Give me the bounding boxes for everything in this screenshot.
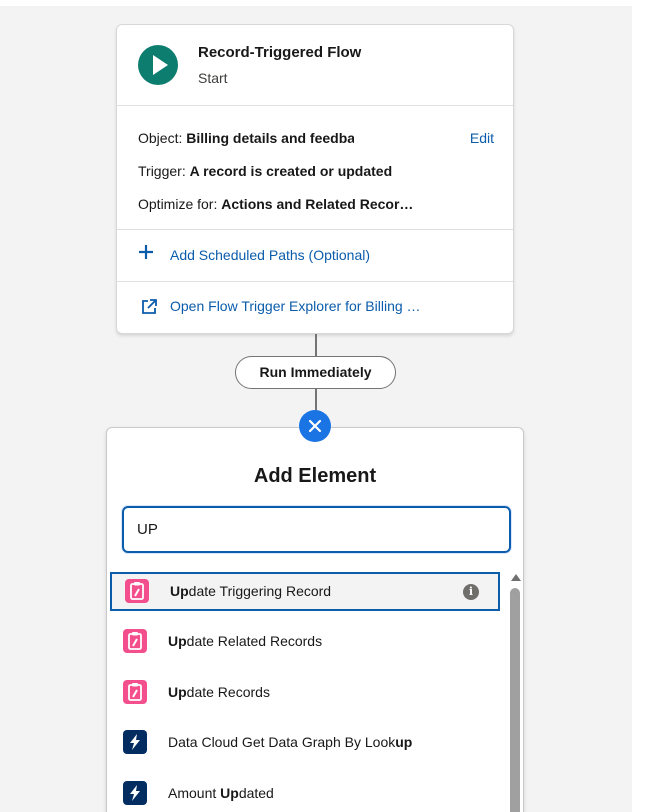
list-item-label: Data Cloud Get Data Graph By Lookup bbox=[168, 734, 413, 750]
close-add-element-button[interactable] bbox=[299, 410, 331, 442]
add-scheduled-paths-button[interactable]: Add Scheduled Paths (Optional) bbox=[117, 230, 513, 282]
external-link-icon bbox=[141, 299, 157, 318]
list-item-update-records[interactable]: Update Records bbox=[108, 673, 505, 712]
trigger-label: Trigger: bbox=[138, 163, 186, 179]
start-card-title: Record-Triggered Flow bbox=[198, 44, 362, 61]
open-trigger-explorer-label: Open Flow Trigger Explorer for Billing … bbox=[170, 298, 421, 314]
start-card-details: Object: Billing details and feedback Edi… bbox=[117, 106, 513, 230]
lightning-icon bbox=[123, 781, 147, 805]
optimize-value: Actions and Related Recor… bbox=[221, 196, 414, 212]
optimize-row: Optimize for: Actions and Related Recor… bbox=[138, 196, 413, 212]
add-element-title: Add Element bbox=[253, 465, 377, 487]
object-label: Object: bbox=[138, 130, 183, 146]
lightning-icon bbox=[123, 730, 147, 754]
info-icon[interactable]: i bbox=[463, 584, 479, 600]
optimize-label: Optimize for: bbox=[138, 196, 218, 212]
search-field-wrapper bbox=[122, 506, 511, 553]
play-icon bbox=[138, 45, 178, 85]
open-trigger-explorer-link[interactable]: Open Flow Trigger Explorer for Billing … bbox=[117, 282, 513, 332]
list-item-label: Update Triggering Record bbox=[170, 583, 332, 599]
object-row: Object: Billing details and feedback bbox=[138, 130, 354, 146]
plus-icon bbox=[137, 243, 155, 265]
add-scheduled-paths-label: Add Scheduled Paths (Optional) bbox=[170, 247, 371, 263]
list-item-update-triggering-record[interactable]: Update Triggering Record i bbox=[110, 572, 500, 611]
element-search-input[interactable] bbox=[124, 508, 509, 551]
list-item-update-related-records[interactable]: Update Related Records bbox=[108, 622, 505, 661]
trigger-value: A record is created or updated bbox=[189, 163, 393, 179]
object-value: Billing details and feedback bbox=[186, 130, 355, 146]
update-record-icon bbox=[123, 680, 147, 704]
start-element-card[interactable]: Record-Triggered Flow Start Object: Bill… bbox=[116, 24, 514, 334]
start-card-header: Record-Triggered Flow Start bbox=[117, 25, 513, 106]
update-record-icon bbox=[123, 629, 147, 653]
scrollbar-thumb[interactable] bbox=[510, 588, 520, 812]
edit-link[interactable]: Edit bbox=[470, 130, 494, 146]
add-element-panel: Add Element Update Triggering Record i U… bbox=[106, 427, 524, 812]
scroll-up-arrow-icon[interactable] bbox=[511, 574, 521, 581]
flow-canvas: Record-Triggered Flow Start Object: Bill… bbox=[0, 6, 632, 812]
list-item-amount-updated[interactable]: Amount Updated bbox=[108, 774, 505, 812]
list-item-label: Amount Updated bbox=[168, 785, 274, 801]
close-icon bbox=[308, 419, 322, 433]
list-item-label: Update Records bbox=[168, 684, 270, 700]
run-immediately-path-label: Run Immediately bbox=[235, 356, 396, 389]
start-card-subtitle: Start bbox=[198, 70, 228, 86]
list-item-data-cloud-get-data-graph[interactable]: Data Cloud Get Data Graph By Lookup bbox=[108, 723, 505, 762]
connector-line-top bbox=[315, 334, 317, 357]
trigger-row: Trigger: A record is created or updated bbox=[138, 163, 392, 179]
list-scrollbar[interactable] bbox=[509, 570, 521, 812]
update-record-icon bbox=[125, 579, 149, 603]
element-results-list: Update Triggering Record i Update Relate… bbox=[108, 570, 524, 812]
list-item-label: Update Related Records bbox=[168, 633, 323, 649]
